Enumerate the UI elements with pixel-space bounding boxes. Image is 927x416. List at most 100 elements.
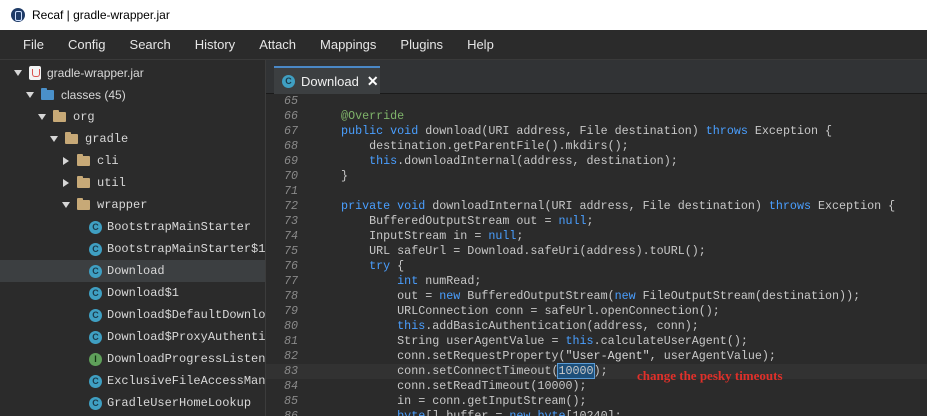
code-token: String userAgentValue = — [313, 334, 566, 348]
title-bar: Recaf | gradle-wrapper.jar — [0, 0, 927, 30]
tree-item[interactable]: util — [0, 172, 265, 194]
code-line: 77 int numRead; — [266, 274, 927, 289]
editor-pane: C Download ✕ 65 66 @Override 67 public voi… — [266, 60, 927, 416]
tab-bar: C Download ✕ — [266, 60, 927, 94]
code-token: try — [313, 259, 391, 273]
line-number: 66 — [284, 109, 299, 123]
line-number: 86 — [284, 409, 299, 416]
line-number: 67 — [284, 124, 299, 138]
code-token: conn.setReadTimeout(10000); — [313, 379, 587, 393]
collapsed-arrow-icon[interactable] — [61, 156, 71, 166]
line-number: 72 — [284, 199, 299, 213]
code-token: Exception { — [747, 124, 833, 138]
line-number: 68 — [284, 139, 299, 153]
code-token: this — [313, 154, 398, 168]
menu-attach[interactable]: Attach — [248, 30, 307, 60]
code-text: String userAgentValue = this.calculateUs… — [313, 334, 748, 349]
code-token: int — [313, 274, 419, 288]
expanded-arrow-icon[interactable] — [13, 68, 23, 78]
code-token: numRead; — [418, 274, 482, 288]
line-number: 75 — [284, 244, 299, 258]
expanded-arrow-icon[interactable] — [61, 200, 71, 210]
tree-item-label: ExclusiveFileAccessManager — [107, 374, 266, 388]
tree-item[interactable]: gradle-wrapper.jar — [0, 62, 265, 84]
code-line: 66 @Override — [266, 109, 927, 124]
code-text: in = conn.getInputStream(); — [313, 394, 586, 409]
code-token: this — [313, 319, 426, 333]
class-icon: C — [89, 264, 102, 278]
menu-search[interactable]: Search — [119, 30, 182, 60]
code-token: InputStream in = — [313, 229, 489, 243]
tree-item[interactable]: C BootstrapMainStarter$1 — [0, 238, 265, 260]
menu-file[interactable]: File — [12, 30, 55, 60]
collapsed-arrow-icon[interactable] — [61, 178, 71, 188]
class-icon: C — [89, 242, 102, 256]
code-token: public void — [313, 124, 419, 138]
tree-item[interactable]: C Download$ProxyAuthenticator — [0, 326, 265, 348]
tree-item[interactable]: gradle — [0, 128, 265, 150]
tree-item[interactable]: org — [0, 106, 265, 128]
menu-history[interactable]: History — [184, 30, 246, 60]
code-text: BufferedOutputStream out = null; — [313, 214, 593, 229]
code-line: 79 URLConnection conn = safeUrl.openConn… — [266, 304, 927, 319]
menu-bar: File Config Search History Attach Mappin… — [0, 30, 927, 60]
tree-item[interactable]: C Download$DefaultDownloader — [0, 304, 265, 326]
tree-item[interactable]: classes (45) — [0, 84, 265, 106]
code-text: this.addBasicAuthentication(address, con… — [313, 319, 699, 334]
code-token: .downloadInternal(address, destination); — [397, 154, 678, 168]
tree-item[interactable]: wrapper — [0, 194, 265, 216]
class-icon: C — [282, 74, 295, 88]
folder-icon — [53, 110, 66, 122]
recaf-app-icon — [11, 8, 25, 22]
code-token: .addBasicAuthentication(address, conn); — [425, 319, 699, 333]
code-editor[interactable]: 65 66 @Override 67 public void download(UR… — [266, 94, 927, 416]
tree-item[interactable]: C ExclusiveFileAccessManager — [0, 370, 266, 392]
tree-item[interactable]: C GradleUserHomeLookup — [0, 392, 265, 414]
code-token: BufferedOutputStream out = — [313, 214, 559, 228]
tree-item-label: gradle-wrapper.jar — [47, 66, 144, 80]
class-icon: C — [89, 286, 102, 300]
menu-plugins[interactable]: Plugins — [389, 30, 454, 60]
tree-item[interactable]: C Download — [0, 260, 265, 282]
code-token: destination.getParentFile().mkdirs(); — [313, 139, 629, 153]
tree-item[interactable]: cli — [0, 150, 265, 172]
tree-item-label: BootstrapMainStarter — [107, 220, 252, 234]
code-line: 83 conn.setConnectTimeout(10000); — [266, 363, 927, 379]
close-icon[interactable]: ✕ — [367, 73, 379, 90]
annotation-note: change the pesky timeouts — [637, 368, 783, 383]
line-number: 77 — [284, 274, 299, 288]
menu-help[interactable]: Help — [456, 30, 505, 60]
code-text: int numRead; — [313, 274, 481, 289]
tree-item[interactable]: I DownloadProgressListener — [0, 348, 265, 370]
code-token: new byte — [509, 409, 566, 416]
code-text: conn.setRequestProperty("User-Agent", us… — [313, 349, 776, 364]
expanded-arrow-icon[interactable] — [49, 134, 59, 144]
tree-item[interactable]: C Download$1 — [0, 282, 265, 304]
expanded-arrow-icon[interactable] — [37, 112, 47, 122]
code-text: @Override — [313, 109, 404, 124]
line-number: 65 — [284, 94, 299, 108]
code-line: 84 conn.setReadTimeout(10000); — [266, 379, 927, 394]
code-token: private void — [313, 199, 426, 213]
tab-label: Download — [301, 73, 359, 89]
code-token: download(URI address, File destination) — [418, 124, 706, 138]
tree-item[interactable]: C BootstrapMainStarter — [0, 216, 265, 238]
code-token: URL safeUrl = Download.safeUri(address).… — [313, 244, 706, 258]
code-token: null — [558, 214, 587, 228]
expanded-arrow-icon[interactable] — [25, 90, 35, 100]
code-line: 80 this.addBasicAuthentication(address, … — [266, 319, 927, 334]
code-text: public void download(URI address, File d… — [313, 124, 832, 139]
code-token: byte — [313, 409, 426, 416]
code-token: throws — [768, 199, 811, 213]
menu-mappings[interactable]: Mappings — [309, 30, 387, 60]
code-line: 86 byte[] buffer = new byte[10240]; — [266, 409, 927, 416]
menu-config[interactable]: Config — [57, 30, 117, 60]
line-number: 79 — [284, 304, 299, 318]
line-number: 83 — [284, 364, 299, 378]
code-line: 69 this.downloadInternal(address, destin… — [266, 154, 927, 169]
tree-item-label: Download — [107, 264, 165, 278]
code-line: 85 in = conn.getInputStream(); — [266, 394, 927, 409]
tree-item-label: wrapper — [97, 198, 148, 212]
tab-download[interactable]: C Download ✕ — [274, 66, 380, 94]
line-number: 71 — [284, 184, 299, 198]
